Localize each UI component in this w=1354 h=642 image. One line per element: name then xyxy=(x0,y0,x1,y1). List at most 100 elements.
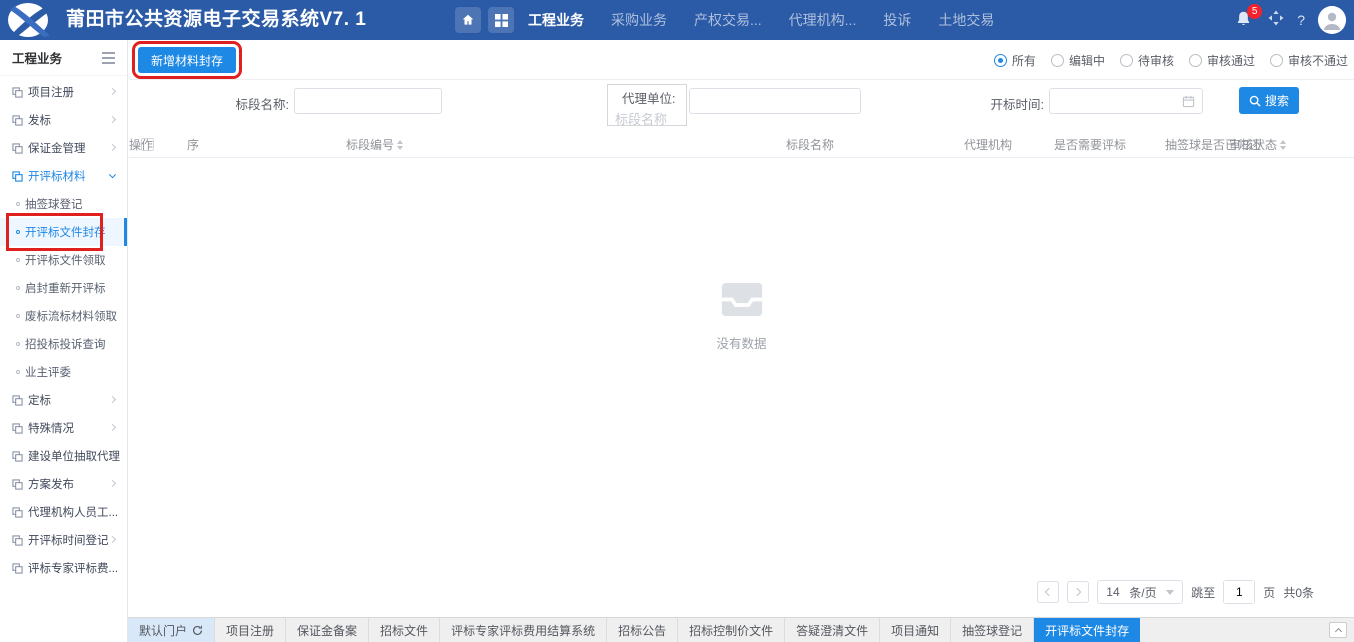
open-time-label: 开标时间: xyxy=(919,94,1044,113)
search-form: 标段名称: 代理单位: 标段名称 开标时间: 搜索 xyxy=(129,80,1354,131)
sidebar-item[interactable]: 招投标投诉查询 xyxy=(0,330,127,358)
nav-item[interactable]: 工程业务 xyxy=(528,10,584,30)
sidebar-item[interactable]: 业主评委 xyxy=(0,358,127,386)
sidebar-item[interactable]: 开评标材料 xyxy=(0,162,127,190)
window-icon xyxy=(12,535,23,546)
window-icon xyxy=(12,479,23,490)
switch-system-icon[interactable] xyxy=(1268,10,1284,31)
chevron-icon xyxy=(109,116,116,123)
search-icon xyxy=(1249,95,1261,107)
sidebar-item[interactable]: 开评标文件领取 xyxy=(0,246,127,274)
bullet-icon xyxy=(16,286,20,290)
sidebar-item[interactable]: 发标 xyxy=(0,106,127,134)
radio-icon xyxy=(1270,54,1283,67)
bottom-tab[interactable]: 开评标文件封存 xyxy=(1034,618,1140,642)
bottom-tab[interactable]: 抽签球登记 xyxy=(951,618,1034,642)
page-input[interactable] xyxy=(1224,581,1254,603)
status-radio[interactable]: 待审核 xyxy=(1120,52,1174,69)
nav-item[interactable]: 投诉 xyxy=(883,10,911,30)
bid-section-name-input[interactable] xyxy=(295,89,441,113)
bullet-icon xyxy=(16,202,20,206)
collapse-bar-button[interactable] xyxy=(1329,622,1347,638)
app-logo-icon xyxy=(6,2,60,43)
window-icon xyxy=(12,395,23,406)
search-button[interactable]: 搜索 xyxy=(1239,87,1299,114)
sidebar-item[interactable]: 项目注册 xyxy=(0,78,127,106)
window-icon xyxy=(12,423,23,434)
nav-item[interactable]: 代理机构... xyxy=(789,10,857,30)
empty-state: 没有数据 xyxy=(129,283,1354,352)
chevron-icon xyxy=(109,424,116,431)
status-filter-group: 所有 编辑中 待审核 审核通过 审核不通过 xyxy=(994,40,1348,80)
nav-item[interactable]: 产权交易... xyxy=(694,10,762,30)
bottom-tab[interactable]: 答疑澄清文件 xyxy=(785,618,880,642)
no-data-icon xyxy=(719,283,765,316)
nav-item[interactable]: 土地交易 xyxy=(938,10,994,30)
sidebar-item[interactable]: 开评标文件封存 xyxy=(0,218,127,246)
sidebar-item[interactable]: 废标流标材料领取 xyxy=(0,302,127,330)
home-icon[interactable] xyxy=(455,7,481,33)
help-icon[interactable]: ? xyxy=(1297,12,1305,28)
open-time-input[interactable] xyxy=(1050,89,1202,113)
bottom-tab[interactable]: 保证金备案 xyxy=(286,618,369,642)
sidebar-item[interactable]: 建设单位抽取代理 xyxy=(0,442,127,470)
column-header: 标段编号 xyxy=(346,131,403,158)
sidebar-item[interactable]: 开评标时间登记 xyxy=(0,526,127,554)
user-avatar[interactable] xyxy=(1318,6,1346,34)
app-header: 莆田市公共资源电子交易系统V7. 1 工程业务 采购业务 产权交易... 代理机… xyxy=(0,0,1354,40)
sidebar-item[interactable]: 特殊情况 xyxy=(0,414,127,442)
next-page-button[interactable] xyxy=(1067,581,1089,603)
status-radio[interactable]: 所有 xyxy=(994,52,1036,69)
radio-icon xyxy=(1189,54,1202,67)
window-icon xyxy=(12,115,23,126)
bottom-tab[interactable]: 默认门户 xyxy=(128,618,215,642)
chevron-icon xyxy=(109,88,116,95)
sidebar: 工程业务 项目注册 发标 xyxy=(0,40,128,642)
column-header: 操作 xyxy=(129,131,153,158)
status-radio[interactable]: 编辑中 xyxy=(1051,52,1105,69)
sort-icon[interactable] xyxy=(1280,140,1286,150)
bottom-tab[interactable]: 项目通知 xyxy=(880,618,951,642)
collapse-menu-icon[interactable] xyxy=(102,52,115,64)
chevron-icon xyxy=(109,171,116,178)
page-input-wrap xyxy=(1223,580,1255,604)
window-icon xyxy=(12,563,23,574)
sort-icon[interactable] xyxy=(397,140,403,150)
nav-item[interactable]: 采购业务 xyxy=(611,10,667,30)
status-radio[interactable]: 审核通过 xyxy=(1189,52,1255,69)
column-header: 序 xyxy=(187,131,199,158)
pagination: 14 条/页 跳至 页 共0条 xyxy=(1037,580,1314,604)
bottom-tab[interactable]: 招标控制价文件 xyxy=(678,618,785,642)
sidebar-item[interactable]: 评标专家评标费... xyxy=(0,554,127,582)
sidebar-item[interactable]: 定标 xyxy=(0,386,127,414)
column-header: 审核状态 xyxy=(1229,131,1286,158)
bottom-tab[interactable]: 项目注册 xyxy=(215,618,286,642)
bullet-icon xyxy=(16,314,20,318)
sidebar-item[interactable]: 代理机构人员工... xyxy=(0,498,127,526)
bottom-tab[interactable]: 招标文件 xyxy=(369,618,440,642)
radio-icon xyxy=(1120,54,1133,67)
new-material-seal-button[interactable]: 新增材料封存 xyxy=(138,47,236,73)
agency-input[interactable] xyxy=(690,89,860,113)
window-icon xyxy=(12,507,23,518)
agency-label: 代理单位: xyxy=(608,88,686,107)
agency-label-tooltip: 代理单位: 标段名称 xyxy=(607,84,687,126)
sidebar-item[interactable]: 方案发布 xyxy=(0,470,127,498)
sidebar-title: 工程业务 xyxy=(12,48,62,67)
window-icon xyxy=(12,451,23,462)
notifications-bell-icon[interactable]: 5 xyxy=(1235,10,1255,30)
bullet-icon xyxy=(16,342,20,346)
sidebar-item[interactable]: 启封重新开评标 xyxy=(0,274,127,302)
apps-grid-icon[interactable] xyxy=(488,7,514,33)
sidebar-item[interactable]: 抽签球登记 xyxy=(0,190,127,218)
sidebar-item[interactable]: 保证金管理 xyxy=(0,134,127,162)
chevron-icon xyxy=(109,480,116,487)
bottom-tab[interactable]: 招标公告 xyxy=(607,618,678,642)
radio-icon xyxy=(994,54,1007,67)
bottom-tab[interactable]: 评标专家评标费用结算系统 xyxy=(440,618,607,642)
empty-text: 没有数据 xyxy=(129,333,1354,352)
prev-page-button[interactable] xyxy=(1037,581,1059,603)
page-size-select[interactable]: 14 条/页 xyxy=(1097,580,1183,604)
status-radio[interactable]: 审核不通过 xyxy=(1270,52,1348,69)
refresh-icon[interactable] xyxy=(192,625,203,636)
